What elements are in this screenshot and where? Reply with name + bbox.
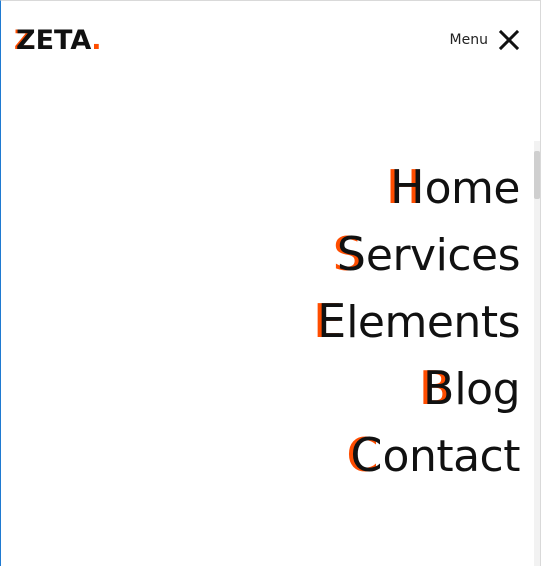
nav-item-home[interactable]: H H ome	[386, 154, 521, 221]
nav-item-initial-main: C	[350, 428, 383, 482]
logo-initial-main: Z	[16, 25, 36, 56]
nav-item-label: ontact	[382, 431, 521, 482]
logo-text: ETA	[35, 25, 92, 56]
nav-item-elements[interactable]: E E lements	[313, 288, 520, 355]
nav-item-label: log	[454, 364, 520, 415]
page-frame: Z Z ETA . Menu H H ome S S ervices E E l…	[0, 0, 541, 566]
logo-dot: .	[91, 25, 102, 56]
nav-item-label: lements	[346, 297, 520, 348]
nav-item-initial-main: H	[390, 160, 425, 214]
nav-item-services[interactable]: S S ervices	[333, 221, 521, 288]
menu-label: Menu	[449, 32, 488, 48]
nav-item-initial: C C	[346, 422, 383, 489]
scrollbar-track[interactable]	[534, 141, 540, 566]
nav-item-initial-main: B	[422, 361, 455, 415]
nav-item-contact[interactable]: C C ontact	[346, 422, 521, 489]
nav-item-blog[interactable]: B B log	[419, 355, 521, 422]
nav-item-initial: E E	[313, 288, 347, 355]
nav-item-initial: B B	[419, 355, 455, 422]
nav-item-label: ome	[424, 163, 521, 214]
main-navigation: H H ome S S ervices E E lements B B log	[313, 154, 521, 489]
nav-item-label: ervices	[365, 230, 521, 281]
nav-item-initial-main: E	[317, 294, 347, 348]
nav-item-initial-main: S	[336, 227, 366, 281]
close-icon[interactable]	[498, 29, 520, 51]
nav-item-initial: S S	[333, 221, 366, 288]
logo-initial: Z Z	[14, 25, 36, 57]
nav-item-initial: H H	[386, 154, 425, 221]
menu-toggle-button[interactable]: Menu	[450, 29, 520, 51]
logo[interactable]: Z Z ETA .	[14, 25, 102, 57]
scrollbar-thumb[interactable]	[534, 151, 540, 199]
